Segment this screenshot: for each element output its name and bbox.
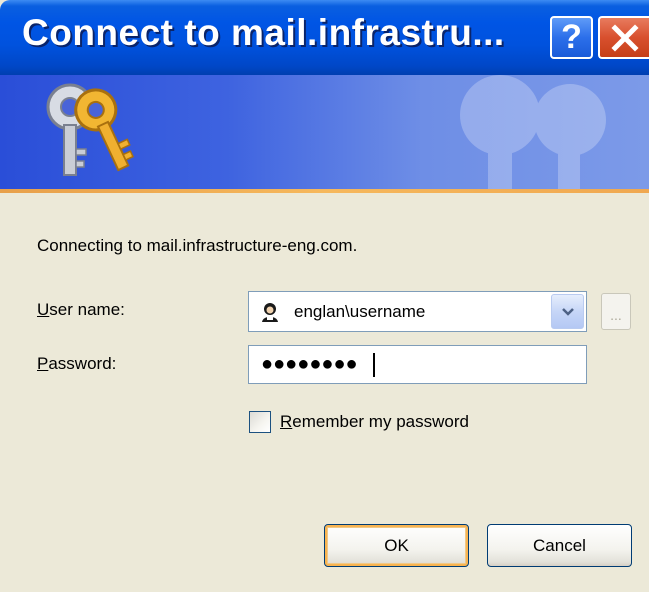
password-label: Password:: [37, 354, 116, 374]
cancel-button[interactable]: Cancel: [487, 524, 632, 567]
user-icon: [262, 303, 278, 322]
username-label: User name:: [37, 300, 125, 320]
ok-button[interactable]: OK: [324, 524, 469, 567]
chevron-down-icon: [561, 307, 574, 316]
dialog-banner: [0, 75, 649, 189]
window-title: Connect to mail.infrastru...: [22, 12, 505, 53]
title-bar[interactable]: Connect to mail.infrastru... ?: [0, 0, 649, 75]
remember-label-text: emember my password: [292, 412, 469, 431]
username-label-text: ser name:: [49, 300, 125, 319]
browse-credentials-button[interactable]: ...: [601, 293, 631, 330]
username-value[interactable]: englan\username: [294, 302, 425, 322]
keys-watermark-icon: [460, 75, 606, 189]
remember-password-checkbox[interactable]: [249, 411, 271, 433]
close-icon: [610, 23, 639, 52]
password-input[interactable]: ●●●●●●●●: [248, 345, 587, 384]
password-label-text: assword:: [48, 354, 117, 373]
text-caret: [373, 353, 375, 377]
help-icon: ?: [561, 18, 582, 56]
username-combobox[interactable]: englan\username: [248, 291, 587, 332]
username-dropdown-button[interactable]: [551, 294, 584, 329]
banner-accent-stripe: [0, 189, 649, 193]
remember-label-accelerator: R: [280, 412, 293, 431]
username-label-accelerator: U: [37, 300, 50, 319]
remember-password-label[interactable]: Remember my password: [280, 412, 469, 432]
close-button[interactable]: [598, 16, 649, 59]
help-button[interactable]: ?: [550, 16, 593, 59]
remember-password-row[interactable]: Remember my password: [249, 410, 469, 434]
credentials-dialog: Connect to mail.infrastru... ? Connectin…: [0, 0, 649, 592]
keys-icon: [46, 83, 134, 176]
password-mask: ●●●●●●●●: [261, 353, 358, 375]
connecting-message: Connecting to mail.infrastructure-eng.co…: [37, 236, 358, 255]
password-label-accelerator: P: [37, 354, 49, 373]
